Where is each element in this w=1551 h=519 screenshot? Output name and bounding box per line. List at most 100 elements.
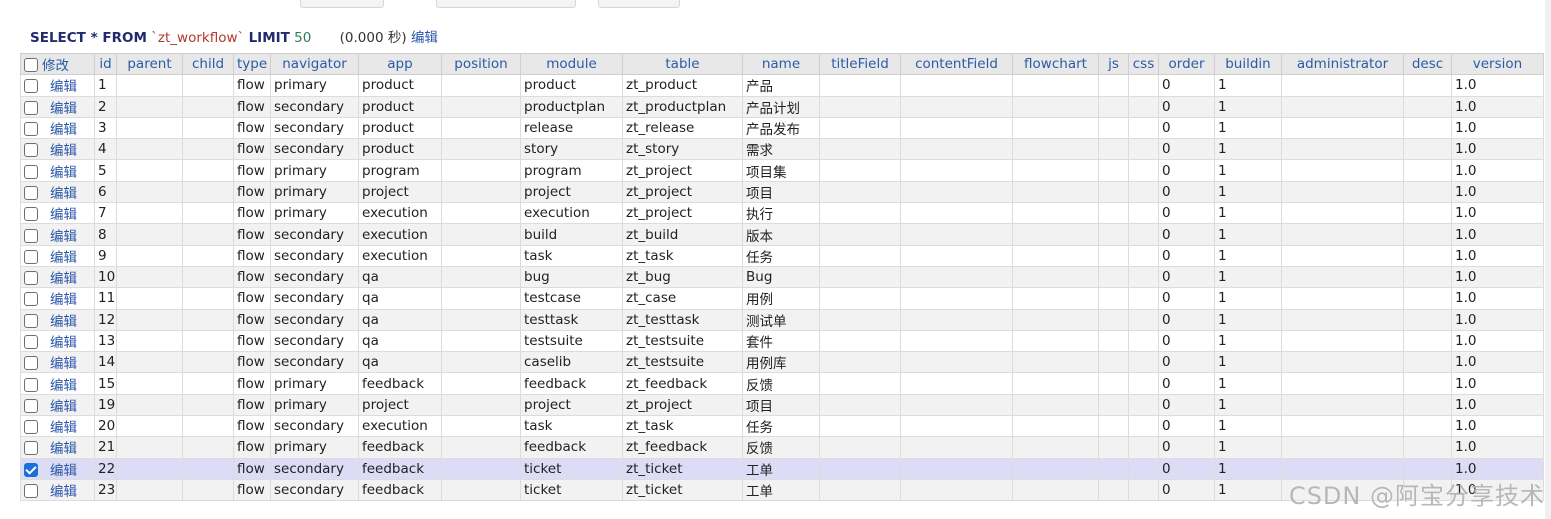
cell-version: 1.0 bbox=[1451, 223, 1544, 246]
cell-css bbox=[1128, 415, 1159, 438]
table-row[interactable]: 编辑 21 flow primary feedback feedback zt_feedba… bbox=[20, 436, 1544, 459]
row-edit-link[interactable]: 编辑 bbox=[50, 399, 77, 415]
cell-order: 0 bbox=[1158, 138, 1215, 161]
cell-name: 测试单 bbox=[742, 308, 820, 331]
row-checkbox[interactable] bbox=[24, 249, 38, 264]
row-checkbox[interactable] bbox=[24, 228, 38, 243]
row-edit-link[interactable]: 编辑 bbox=[50, 165, 77, 181]
column-header-css[interactable]: css bbox=[1128, 52, 1159, 76]
cell-id: 15 bbox=[94, 372, 117, 395]
column-header-flowchart[interactable]: flowchart bbox=[1012, 52, 1099, 76]
row-checkbox[interactable] bbox=[24, 271, 38, 286]
cell-css bbox=[1128, 393, 1159, 417]
row-edit-link[interactable]: 编辑 bbox=[50, 484, 77, 500]
row-edit-link[interactable]: 编辑 bbox=[50, 186, 77, 202]
column-header-id[interactable]: id bbox=[94, 52, 117, 76]
row-edit-link[interactable]: 编辑 bbox=[50, 378, 77, 394]
row-checkbox[interactable] bbox=[24, 143, 38, 158]
row-edit-link[interactable]: 编辑 bbox=[50, 271, 77, 287]
table-row[interactable]: 编辑 14 flow secondary qa caselib zt_testsuite 用例… bbox=[20, 351, 1544, 374]
cell-name: 项目 bbox=[742, 393, 820, 417]
column-header-parent[interactable]: parent bbox=[116, 52, 183, 76]
row-edit-link[interactable]: 编辑 bbox=[50, 122, 77, 138]
row-actions-cell: 编辑 bbox=[20, 265, 95, 289]
row-edit-link[interactable]: 编辑 bbox=[50, 101, 77, 117]
row-checkbox[interactable] bbox=[24, 164, 38, 179]
table-row[interactable]: 编辑 15 flow primary feedback feedback zt_feedba… bbox=[20, 372, 1544, 395]
column-header-buildin[interactable]: buildin bbox=[1214, 52, 1282, 76]
toolbar-button[interactable] bbox=[436, 0, 576, 8]
table-row[interactable]: 编辑 9 flow secondary execution task zt_task 任务 0 1… bbox=[20, 244, 1544, 267]
row-checkbox[interactable] bbox=[24, 441, 38, 456]
row-checkbox[interactable] bbox=[24, 100, 38, 115]
column-header-order[interactable]: order bbox=[1158, 52, 1215, 76]
cell-buildin: 1 bbox=[1214, 415, 1282, 438]
cell-name: Bug bbox=[742, 265, 820, 289]
row-checkbox[interactable] bbox=[24, 207, 38, 222]
column-header-child[interactable]: child bbox=[182, 52, 234, 76]
row-checkbox[interactable] bbox=[24, 335, 38, 349]
column-header-module[interactable]: module bbox=[520, 52, 623, 76]
column-header-titlefield[interactable]: titleField bbox=[819, 52, 901, 76]
cell-css bbox=[1128, 202, 1159, 225]
cell-app: execution bbox=[358, 223, 442, 246]
row-checkbox[interactable] bbox=[24, 292, 38, 307]
row-checkbox[interactable] bbox=[24, 484, 38, 499]
row-checkbox[interactable] bbox=[24, 185, 38, 200]
row-checkbox[interactable] bbox=[24, 377, 38, 392]
vertical-scrollbar[interactable] bbox=[1545, 0, 1551, 519]
cell-navigator: primary bbox=[270, 180, 359, 204]
row-edit-link[interactable]: 编辑 bbox=[50, 356, 77, 372]
column-header-js[interactable]: js bbox=[1098, 52, 1129, 76]
table-row[interactable]: 编辑 4 flow secondary product story zt_story 需求 0 1… bbox=[20, 138, 1544, 161]
column-header-type[interactable]: type bbox=[233, 52, 271, 76]
row-edit-link[interactable]: 编辑 bbox=[50, 314, 77, 330]
column-header-select[interactable]: 修改 bbox=[20, 52, 95, 76]
row-edit-link[interactable]: 编辑 bbox=[50, 207, 77, 223]
table-row[interactable]: 编辑 13 flow secondary qa testsuite zt_testsuite… bbox=[20, 329, 1544, 353]
row-edit-link[interactable]: 编辑 bbox=[50, 335, 77, 351]
table-row[interactable]: 编辑 3 flow secondary product release zt_release… bbox=[20, 116, 1544, 140]
column-header-navigator[interactable]: navigator bbox=[270, 52, 359, 76]
row-edit-link[interactable]: 编辑 bbox=[50, 441, 77, 457]
row-checkbox[interactable] bbox=[24, 398, 38, 413]
column-header-version[interactable]: version bbox=[1451, 52, 1544, 76]
row-checkbox[interactable] bbox=[24, 79, 38, 94]
table-row[interactable]: 编辑 11 flow secondary qa testcase zt_case 用例 0 1 1.… bbox=[20, 287, 1544, 310]
column-header-position[interactable]: position bbox=[441, 52, 521, 76]
row-edit-link[interactable]: 编辑 bbox=[50, 463, 77, 479]
row-checkbox[interactable] bbox=[24, 122, 38, 137]
select-all-checkbox[interactable] bbox=[24, 58, 38, 73]
cell-contentfield bbox=[900, 138, 1013, 161]
row-checkbox[interactable] bbox=[24, 420, 38, 435]
table-row[interactable]: 编辑 1 flow primary product product zt_product 产品… bbox=[20, 74, 1544, 97]
column-header-app[interactable]: app bbox=[358, 52, 442, 76]
table-row[interactable]: 编辑 10 flow secondary qa bug zt_bug Bug 0 1 1.0 bbox=[20, 265, 1544, 289]
row-checkbox[interactable] bbox=[24, 313, 38, 328]
row-edit-link[interactable]: 编辑 bbox=[50, 292, 77, 308]
table-row[interactable]: 编辑 6 flow primary project project zt_project 项目… bbox=[20, 180, 1544, 204]
row-edit-link[interactable]: 编辑 bbox=[50, 79, 77, 95]
column-header-table[interactable]: table bbox=[622, 52, 743, 76]
table-row[interactable]: 编辑 8 flow secondary execution build zt_build 版本… bbox=[20, 223, 1544, 246]
row-edit-link[interactable]: 编辑 bbox=[50, 143, 77, 159]
table-row[interactable]: 编辑 5 flow primary program program zt_project 项目… bbox=[20, 159, 1544, 182]
row-edit-link[interactable]: 编辑 bbox=[50, 250, 77, 266]
column-header-contentfield[interactable]: contentField bbox=[900, 52, 1013, 76]
table-row[interactable]: 编辑 20 flow secondary execution task zt_task 任务 0… bbox=[20, 415, 1544, 438]
column-header-name[interactable]: name bbox=[742, 52, 820, 76]
row-actions-cell: 编辑 bbox=[20, 244, 95, 267]
edit-query-link[interactable]: 编辑 bbox=[411, 30, 438, 46]
table-row[interactable]: 编辑 2 flow secondary product productplan zt_pro… bbox=[20, 95, 1544, 118]
table-row[interactable]: 编辑 7 flow primary execution execution zt_proje… bbox=[20, 202, 1544, 225]
row-checkbox[interactable] bbox=[24, 462, 38, 477]
table-row[interactable]: 编辑 19 flow primary project project zt_project 项… bbox=[20, 393, 1544, 417]
row-edit-link[interactable]: 编辑 bbox=[50, 420, 77, 436]
column-header-desc[interactable]: desc bbox=[1403, 52, 1452, 76]
row-checkbox[interactable] bbox=[24, 356, 38, 371]
table-row[interactable]: 编辑 12 flow secondary qa testtask zt_testtask 测试… bbox=[20, 308, 1544, 331]
column-header-administrator[interactable]: administrator bbox=[1281, 52, 1404, 76]
toolbar-button[interactable] bbox=[300, 0, 384, 8]
row-edit-link[interactable]: 编辑 bbox=[50, 229, 77, 245]
toolbar-button[interactable] bbox=[598, 0, 680, 8]
